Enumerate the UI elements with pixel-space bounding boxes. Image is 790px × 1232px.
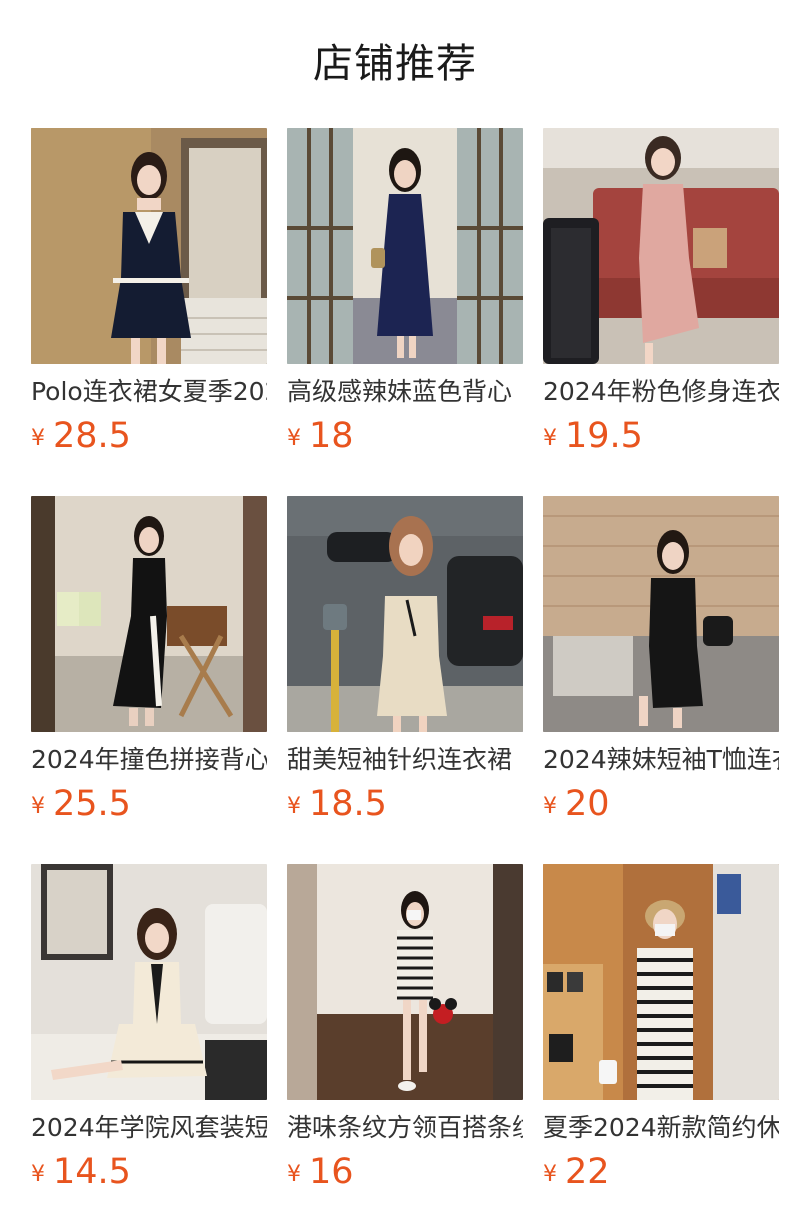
product-image[interactable]: [543, 496, 779, 732]
product-name[interactable]: 2024辣妹短袖T恤连衣: [543, 744, 779, 776]
product-image[interactable]: [287, 864, 523, 1100]
currency-symbol: ¥: [287, 426, 301, 451]
price-amount: 20: [565, 784, 610, 824]
product-price: ¥18.5: [287, 784, 523, 824]
product-name[interactable]: Polo连衣裙女夏季2024: [31, 376, 267, 408]
product-card[interactable]: 2024年撞色拼接背心 ¥25.5: [31, 496, 267, 831]
product-card[interactable]: 夏季2024新款简约休 ¥22: [543, 864, 779, 1199]
currency-symbol: ¥: [31, 1162, 45, 1187]
product-price: ¥19.5: [543, 416, 779, 456]
product-card[interactable]: 2024年粉色修身连衣 ¥19.5: [543, 128, 779, 463]
product-card[interactable]: 甜美短袖针织连衣裙 ¥18.5: [287, 496, 523, 831]
page-header: 店铺推荐: [0, 0, 790, 128]
price-amount: 18: [309, 416, 354, 456]
product-name[interactable]: 港味条纹方领百搭条纹: [287, 1112, 523, 1144]
product-card[interactable]: 2024年学院风套装短 ¥14.5: [31, 864, 267, 1199]
price-amount: 18.5: [309, 784, 387, 824]
product-price: ¥16: [287, 1152, 523, 1192]
price-amount: 22: [565, 1152, 610, 1192]
product-image[interactable]: [543, 128, 779, 364]
price-amount: 14.5: [53, 1152, 131, 1192]
currency-symbol: ¥: [31, 426, 45, 451]
product-price: ¥18: [287, 416, 523, 456]
product-image[interactable]: [287, 128, 523, 364]
currency-symbol: ¥: [287, 1162, 301, 1187]
product-image[interactable]: [31, 864, 267, 1100]
currency-symbol: ¥: [287, 794, 301, 819]
product-image[interactable]: [543, 864, 779, 1100]
product-name[interactable]: 2024年学院风套装短: [31, 1112, 267, 1144]
price-amount: 28.5: [53, 416, 131, 456]
product-name[interactable]: 2024年粉色修身连衣: [543, 376, 779, 408]
product-card[interactable]: 高级感辣妹蓝色背心 ¥18: [287, 128, 523, 463]
currency-symbol: ¥: [31, 794, 45, 819]
currency-symbol: ¥: [543, 794, 557, 819]
product-name[interactable]: 甜美短袖针织连衣裙: [287, 744, 523, 776]
product-image[interactable]: [31, 128, 267, 364]
price-amount: 25.5: [53, 784, 131, 824]
product-card[interactable]: Polo连衣裙女夏季2024 ¥28.5: [31, 128, 267, 463]
product-price: ¥14.5: [31, 1152, 267, 1192]
product-card[interactable]: 港味条纹方领百搭条纹 ¥16: [287, 864, 523, 1199]
product-price: ¥28.5: [31, 416, 267, 456]
product-name[interactable]: 高级感辣妹蓝色背心: [287, 376, 523, 408]
product-name[interactable]: 夏季2024新款简约休: [543, 1112, 779, 1144]
price-amount: 16: [309, 1152, 354, 1192]
product-name[interactable]: 2024年撞色拼接背心: [31, 744, 267, 776]
product-price: ¥20: [543, 784, 779, 824]
section-title: 店铺推荐: [313, 41, 477, 87]
price-amount: 19.5: [565, 416, 643, 456]
currency-symbol: ¥: [543, 426, 557, 451]
product-price: ¥25.5: [31, 784, 267, 824]
currency-symbol: ¥: [543, 1162, 557, 1187]
product-card[interactable]: 2024辣妹短袖T恤连衣 ¥20: [543, 496, 779, 831]
product-image[interactable]: [31, 496, 267, 732]
product-price: ¥22: [543, 1152, 779, 1192]
product-image[interactable]: [287, 496, 523, 732]
